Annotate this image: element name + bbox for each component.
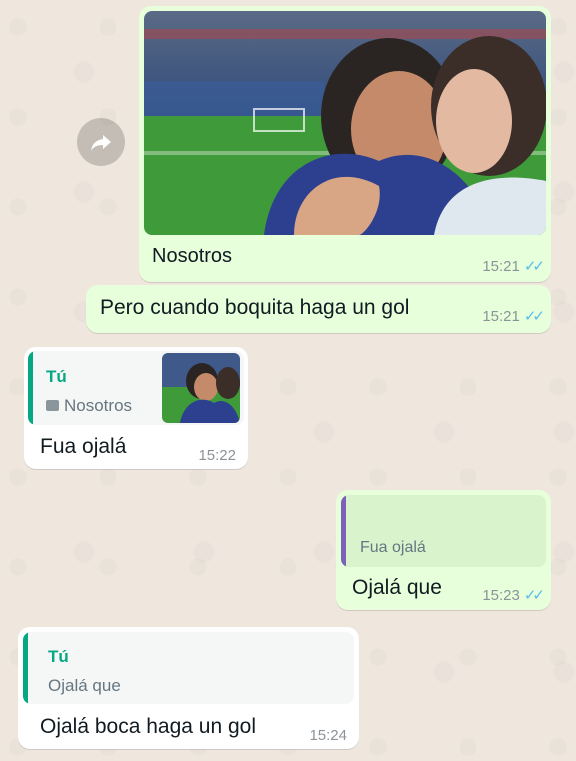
stadium-photo-image bbox=[144, 11, 546, 235]
forward-button[interactable] bbox=[77, 118, 125, 166]
outgoing-reply-bubble[interactable]: Fua ojalá Ojalá que 15:23 ✓✓ bbox=[336, 490, 551, 610]
quote-author: Tú bbox=[46, 367, 67, 386]
message-text: Pero cuando boquita haga un gol bbox=[100, 296, 410, 319]
quote-thumbnail bbox=[162, 353, 240, 423]
timestamp: 15:22 bbox=[198, 447, 236, 464]
timestamp: 15:24 bbox=[309, 727, 347, 744]
quote-text: Ojalá que bbox=[48, 676, 121, 695]
message-time: 15:23 ✓✓ bbox=[482, 586, 545, 604]
photo-message-bubble[interactable]: Nosotros 15:21 ✓✓ bbox=[139, 6, 551, 282]
stadium-photo[interactable] bbox=[144, 11, 546, 235]
photo-icon bbox=[46, 400, 59, 411]
photo-caption: Nosotros bbox=[152, 245, 233, 267]
message-text: Fua ojalá bbox=[40, 435, 127, 458]
message-time: 15:21 ✓✓ bbox=[482, 307, 545, 325]
timestamp: 15:21 bbox=[482, 308, 520, 325]
message-text: Ojalá boca haga un gol bbox=[40, 715, 256, 738]
quoted-message[interactable]: Fua ojalá bbox=[341, 495, 546, 567]
quote-bar bbox=[23, 632, 28, 704]
read-ticks-icon: ✓✓ bbox=[523, 587, 545, 604]
quoted-message[interactable]: Tú Nosotros bbox=[28, 351, 244, 425]
quote-author: Tú bbox=[48, 647, 69, 666]
quote-text-label: Nosotros bbox=[64, 396, 133, 415]
quoted-message[interactable]: Tú Ojalá que bbox=[23, 632, 354, 704]
quote-text: Nosotros bbox=[46, 396, 132, 416]
timestamp: 15:23 bbox=[482, 587, 520, 604]
forward-arrow-icon bbox=[91, 135, 111, 151]
message-time: 15:21 ✓✓ bbox=[482, 257, 545, 275]
timestamp: 15:21 bbox=[482, 258, 520, 275]
quote-text: Fua ojalá bbox=[360, 539, 426, 556]
read-ticks-icon: ✓✓ bbox=[523, 308, 545, 325]
message-text: Ojalá que bbox=[352, 576, 442, 599]
outgoing-message-bubble[interactable]: Pero cuando boquita haga un gol 15:21 ✓✓ bbox=[86, 285, 551, 333]
read-ticks-icon: ✓✓ bbox=[523, 258, 545, 275]
quote-bar bbox=[341, 495, 346, 567]
quote-bar bbox=[28, 351, 33, 425]
incoming-reply-bubble[interactable]: Tú Ojalá que Ojalá boca haga un gol 15:2… bbox=[18, 627, 359, 749]
incoming-reply-bubble[interactable]: Tú Nosotros Fua ojalá 15:22 bbox=[24, 347, 248, 469]
